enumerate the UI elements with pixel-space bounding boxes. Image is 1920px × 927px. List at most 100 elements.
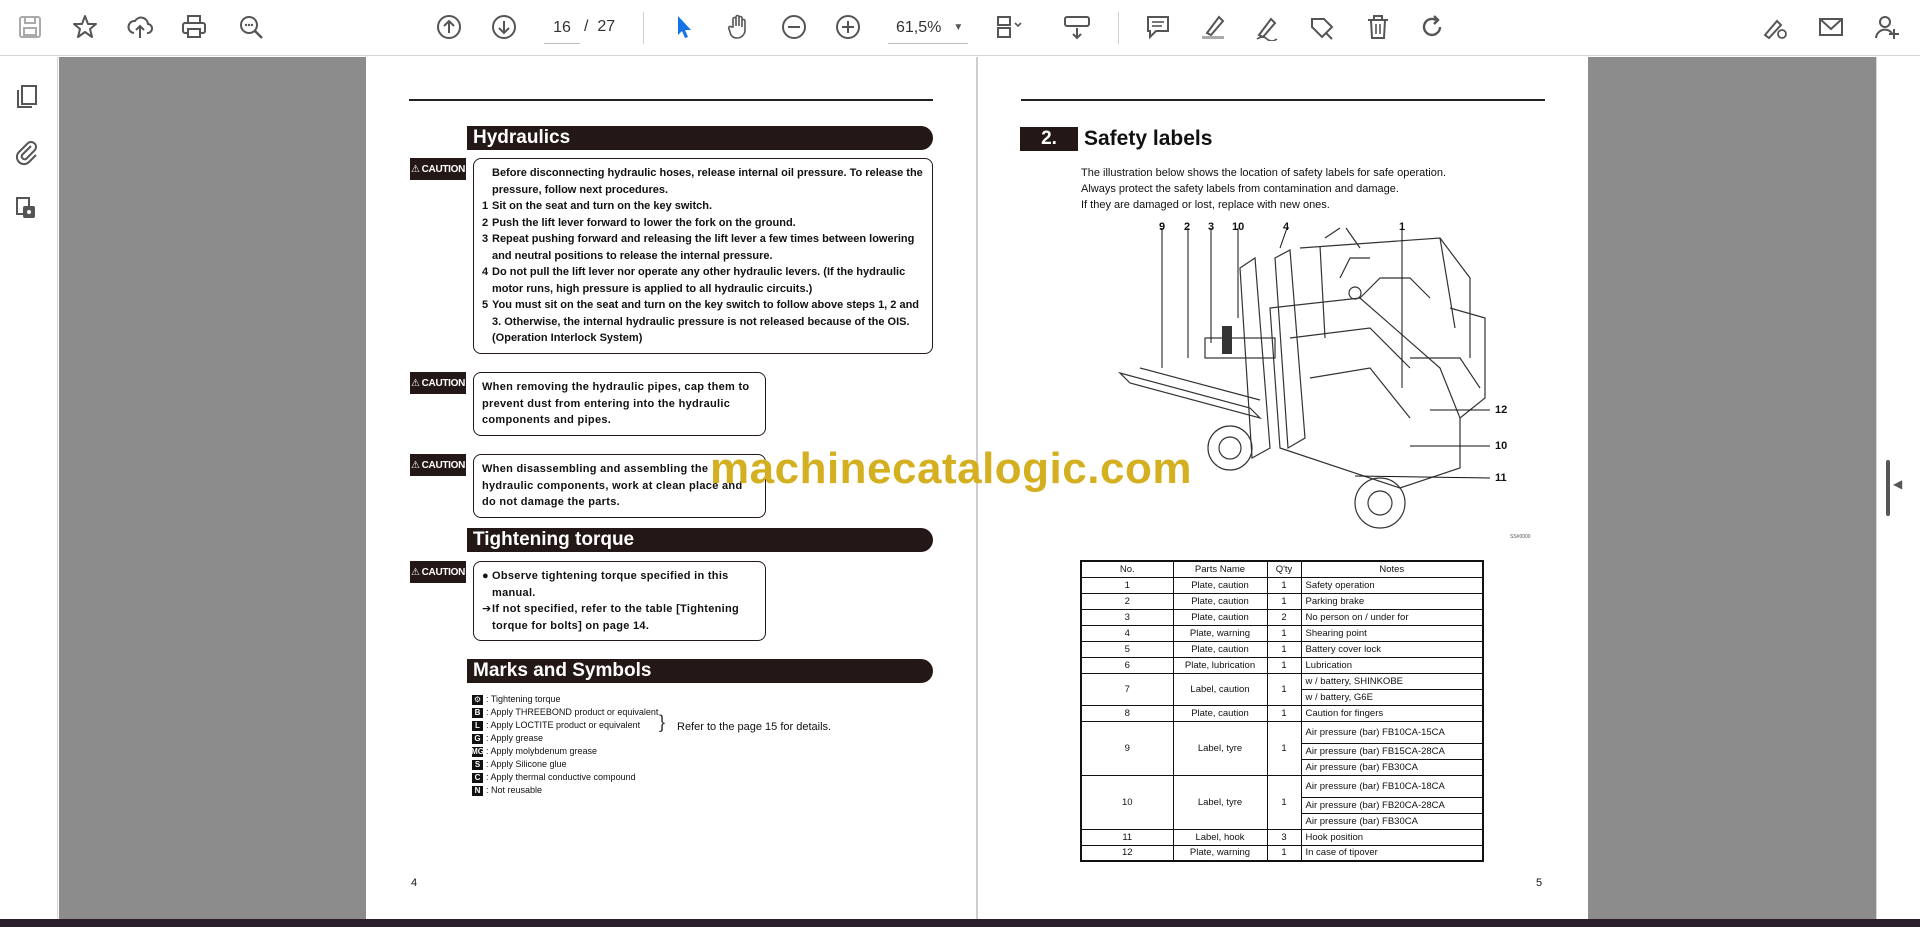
caution-badge: ⚠ CAUTION bbox=[410, 372, 466, 394]
caution-box-hydraulic-pressure: Before disconnecting hydraulic hoses, re… bbox=[473, 158, 933, 354]
minus-icon[interactable] bbox=[777, 10, 811, 44]
table-cell: 11 bbox=[1080, 828, 1174, 846]
table-cell: Hook position bbox=[1300, 828, 1484, 846]
table-cell: Air pressure (bar) FB10CA-15CA bbox=[1300, 720, 1484, 744]
draw-icon[interactable] bbox=[1250, 10, 1284, 44]
mark-symbol-icon: ⚙ bbox=[472, 694, 483, 705]
table-cell: Air pressure (bar) FB30CA bbox=[1300, 812, 1484, 830]
comment-icon[interactable] bbox=[1141, 10, 1175, 44]
marks-legend: ⚙: Tightening torque B: Apply THREEBOND p… bbox=[471, 693, 658, 797]
marks-note: Refer to the page 15 for details. bbox=[677, 721, 832, 733]
callout-label: 10 bbox=[1495, 440, 1508, 452]
page-total: / 27 bbox=[584, 18, 616, 35]
table-cell: 1 bbox=[1080, 576, 1174, 594]
column-header: Parts Name bbox=[1172, 560, 1268, 578]
table-cell: Plate, caution bbox=[1172, 704, 1268, 722]
attachment-icon[interactable] bbox=[10, 135, 44, 169]
hand-icon[interactable] bbox=[721, 10, 755, 44]
mark-symbol-icon: L bbox=[472, 720, 483, 731]
redo-icon[interactable] bbox=[1415, 10, 1449, 44]
caution-intro: Before disconnecting hydraulic hoses, re… bbox=[492, 167, 923, 196]
mark-item: C: Apply thermal conductive compound bbox=[472, 771, 658, 784]
mark-item: ⚙: Tightening torque bbox=[472, 694, 561, 705]
section-number: 2. bbox=[1020, 127, 1078, 151]
pages-icon[interactable] bbox=[10, 79, 44, 113]
main-toolbar: / 27 61,5%▼ bbox=[0, 0, 1920, 56]
scrollbar-thumb[interactable] bbox=[1886, 460, 1890, 516]
email-icon[interactable] bbox=[1814, 10, 1848, 44]
table-cell: 1 bbox=[1266, 640, 1302, 658]
table-cell: Plate, caution bbox=[1172, 576, 1268, 594]
zoom-select[interactable]: 61,5% ▼ bbox=[888, 12, 968, 44]
page-fit-icon[interactable] bbox=[991, 10, 1025, 44]
warning-triangle-icon: ⚠ bbox=[410, 459, 420, 471]
table-cell: Plate, caution bbox=[1172, 608, 1268, 626]
page-number-input[interactable] bbox=[544, 12, 580, 44]
table-cell: 1 bbox=[1266, 624, 1302, 642]
table-cell: 1 bbox=[1266, 704, 1302, 722]
mark-symbol-icon: B bbox=[472, 707, 483, 718]
caution-badge: ⚠ CAUTION bbox=[410, 158, 466, 180]
cursor-icon[interactable] bbox=[667, 10, 701, 44]
mark-item: N: Not reusable bbox=[472, 784, 658, 797]
caution-box-hydraulic-pipes: When removing the hydraulic pipes, cap t… bbox=[473, 372, 766, 436]
callout-label: 2 bbox=[1184, 221, 1191, 233]
table-cell: Plate, warning bbox=[1172, 624, 1268, 642]
highlight-icon[interactable] bbox=[1196, 10, 1230, 44]
table-row: 7 Label, caution 1 w / battery, SHINKOBE bbox=[1080, 672, 1484, 706]
table-cell: 2 bbox=[1080, 592, 1174, 610]
table-cell: Air pressure (bar) FB15CA-28CA bbox=[1300, 742, 1484, 760]
table-cell: 1 bbox=[1266, 720, 1302, 776]
save-icon[interactable] bbox=[13, 10, 47, 44]
table-row: 6 Plate, lubrication 1 Lubrication bbox=[1080, 656, 1484, 674]
table-cell: Label, tyre bbox=[1172, 720, 1268, 776]
table-cell: Parking brake bbox=[1300, 592, 1484, 610]
sign-icon[interactable] bbox=[1758, 10, 1792, 44]
cloud-upload-icon[interactable] bbox=[123, 10, 157, 44]
page-number-right: 5 bbox=[1536, 877, 1543, 889]
header-rule bbox=[409, 99, 933, 101]
mark-item: MG: Apply molybdenum grease bbox=[471, 746, 598, 757]
table-cell: Plate, warning bbox=[1172, 844, 1268, 862]
callout-label: 11 bbox=[1495, 472, 1507, 484]
table-cell: 12 bbox=[1080, 844, 1174, 862]
taskbar-edge bbox=[0, 919, 1920, 927]
right-panel: ◀ bbox=[1876, 57, 1920, 919]
plus-icon[interactable] bbox=[831, 10, 865, 44]
right-panel-expand-icon[interactable]: ◀ bbox=[1893, 477, 1902, 491]
bullet-icon: ● bbox=[482, 570, 489, 582]
section-heading-marks: Marks and Symbols bbox=[467, 659, 933, 683]
arrow-up-icon[interactable] bbox=[432, 10, 466, 44]
callout-label: 10 bbox=[1232, 221, 1245, 233]
table-cell: Label, tyre bbox=[1172, 774, 1268, 830]
add-user-icon[interactable] bbox=[1870, 10, 1904, 44]
stamp-icon[interactable] bbox=[1305, 10, 1339, 44]
table-cell: 6 bbox=[1080, 656, 1174, 674]
column-header: Notes bbox=[1300, 560, 1484, 578]
table-cell: 1 bbox=[1266, 576, 1302, 594]
table-cell: Plate, lubrication bbox=[1172, 656, 1268, 674]
zoom-icon[interactable] bbox=[234, 10, 268, 44]
table-cell: Label, hook bbox=[1172, 828, 1268, 846]
section-heading-hydraulics: Hydraulics bbox=[467, 126, 933, 150]
brace-symbol: } bbox=[659, 712, 666, 732]
table-cell: 3 bbox=[1266, 828, 1302, 846]
arrow-down-icon[interactable] bbox=[487, 10, 521, 44]
table-cell: 8 bbox=[1080, 704, 1174, 722]
trash-icon[interactable] bbox=[1361, 10, 1395, 44]
layers-icon[interactable] bbox=[10, 191, 44, 225]
caution-box-torque: ● Observe tightening torque specified in … bbox=[473, 561, 766, 641]
caution-badge: ⚠ CAUTION bbox=[410, 561, 466, 583]
table-cell: Safety operation bbox=[1300, 576, 1484, 594]
mark-item: L: Apply LOCTITE product or equivalent bbox=[472, 719, 658, 732]
star-icon[interactable] bbox=[68, 10, 102, 44]
table-cell: 2 bbox=[1266, 608, 1302, 626]
table-cell: Shearing point bbox=[1300, 624, 1484, 642]
print-icon[interactable] bbox=[177, 10, 211, 44]
table-cell: 1 bbox=[1266, 656, 1302, 674]
toolbar-divider bbox=[1118, 12, 1119, 44]
table-cell: 5 bbox=[1080, 640, 1174, 658]
keyboard-scroll-icon[interactable] bbox=[1060, 10, 1094, 44]
caution-badge: ⚠ CAUTION bbox=[410, 454, 466, 476]
table-row: 11 Label, hook 3 Hook position bbox=[1080, 828, 1484, 846]
